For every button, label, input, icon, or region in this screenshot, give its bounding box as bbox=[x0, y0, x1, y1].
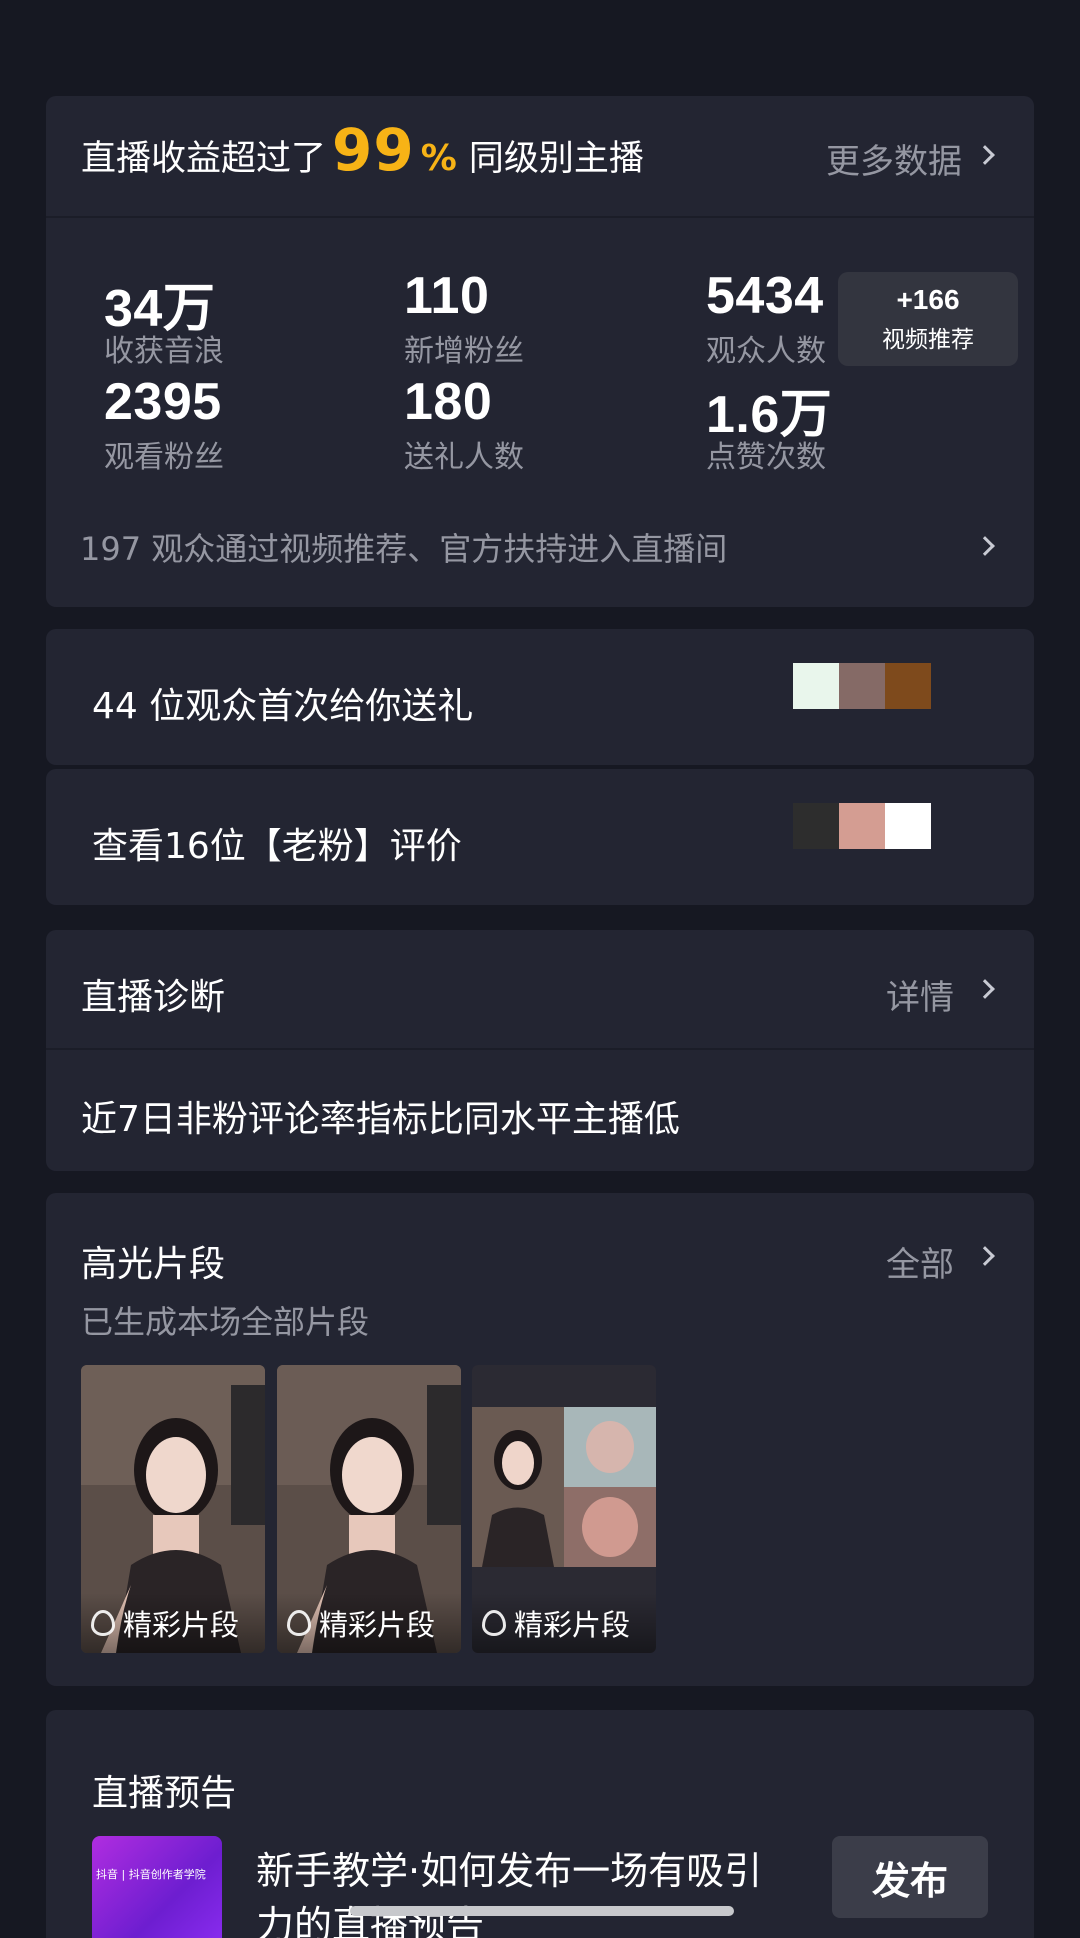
highlight-clip[interactable]: 精彩片段 bbox=[277, 1365, 461, 1653]
old-fans-review-row[interactable]: 查看16位【老粉】评价 bbox=[46, 769, 1034, 905]
flame-icon bbox=[91, 1610, 115, 1636]
divider bbox=[46, 1048, 1034, 1050]
first-gift-row[interactable]: 44 位观众首次给你送礼 bbox=[46, 629, 1034, 765]
chevron-right-icon[interactable] bbox=[970, 531, 1000, 561]
revenue-rank-percent-sign: % bbox=[420, 138, 457, 179]
clip-label-text: 精彩片段 bbox=[319, 1608, 436, 1642]
clip-label-text: 精彩片段 bbox=[514, 1608, 631, 1642]
diagnosis-message: 近7日非粉评论率指标比同水平主播低 bbox=[81, 1099, 680, 1140]
stat-label-viewers: 观众人数 bbox=[706, 334, 826, 369]
chevron-right-icon[interactable] bbox=[970, 1241, 1000, 1271]
chevron-right-icon[interactable] bbox=[970, 140, 1000, 170]
revenue-rank-prefix: 直播收益超过了 bbox=[81, 139, 327, 179]
stat-label-sound-waves: 收获音浪 bbox=[104, 334, 224, 369]
clip-label: 精彩片段 bbox=[277, 1593, 461, 1653]
fan-avatar bbox=[793, 803, 839, 849]
stat-label-gifters: 送礼人数 bbox=[404, 440, 524, 475]
highlight-clip[interactable]: 精彩片段 bbox=[472, 1365, 656, 1653]
video-recommend-label: 视频推荐 bbox=[882, 327, 974, 353]
fan-avatar bbox=[839, 803, 885, 849]
more-data-link[interactable]: 更多数据 bbox=[826, 134, 962, 183]
stat-label-new-fans: 新增粉丝 bbox=[404, 334, 524, 369]
stat-label-watching-fans: 观看粉丝 bbox=[104, 440, 224, 475]
clip-label-text: 精彩片段 bbox=[123, 1608, 240, 1642]
video-recommend-count: +166 bbox=[896, 284, 960, 315]
highlight-clip[interactable]: 精彩片段 bbox=[81, 1365, 265, 1653]
old-fans-review-text: 查看16位【老粉】评价 bbox=[92, 826, 462, 867]
diagnosis-title: 直播诊断 bbox=[81, 977, 226, 1018]
home-indicator[interactable] bbox=[350, 1906, 734, 1916]
stat-value-viewers: 5434 bbox=[706, 267, 824, 325]
diagnosis-detail-link[interactable]: 详情 bbox=[886, 970, 954, 1019]
first-gift-text: 44 位观众首次给你送礼 bbox=[92, 686, 474, 727]
entry-source-note[interactable]: 197 观众通过视频推荐、官方扶持进入直播间 bbox=[80, 524, 727, 570]
preview-thumbnail[interactable]: 抖音 | 抖音创作者学院 bbox=[92, 1836, 222, 1938]
preview-description[interactable]: 新手教学·如何发布一场有吸引力的直播预告 bbox=[256, 1844, 776, 1938]
gifter-avatar bbox=[839, 663, 885, 709]
stat-value-watching-fans: 2395 bbox=[104, 373, 222, 431]
gifter-avatar bbox=[793, 663, 839, 709]
revenue-rank-percent: 99 bbox=[332, 116, 415, 184]
divider bbox=[46, 216, 1034, 218]
flame-icon bbox=[482, 1610, 506, 1636]
revenue-rank-title: 直播收益超过了 99 % 同级别主播 bbox=[81, 116, 644, 196]
video-recommend-badge: +166 视频推荐 bbox=[838, 272, 1018, 366]
highlights-all-link[interactable]: 全部 bbox=[886, 1237, 954, 1286]
fan-avatar bbox=[885, 803, 931, 849]
stat-value-gifters: 180 bbox=[404, 373, 493, 431]
preview-thumbnail-caption: 抖音 | 抖音创作者学院 bbox=[96, 1868, 206, 1881]
preview-title: 直播预告 bbox=[92, 1773, 237, 1814]
highlights-subtitle: 已生成本场全部片段 bbox=[81, 1303, 370, 1341]
stat-label-likes: 点赞次数 bbox=[706, 440, 826, 475]
revenue-rank-suffix: 同级别主播 bbox=[468, 139, 644, 179]
live-diagnosis-card: 直播诊断 详情 近7日非粉评论率指标比同水平主播低 bbox=[46, 930, 1034, 1171]
clip-label: 精彩片段 bbox=[81, 1593, 265, 1653]
stat-value-new-fans: 110 bbox=[404, 267, 490, 325]
live-preview-card: 直播预告 抖音 | 抖音创作者学院 新手教学·如何发布一场有吸引力的直播预告 发… bbox=[46, 1710, 1034, 1938]
highlights-title: 高光片段 bbox=[81, 1244, 226, 1285]
publish-button[interactable]: 发布 bbox=[832, 1836, 988, 1918]
chevron-right-icon[interactable] bbox=[970, 974, 1000, 1004]
live-summary-card: 直播收益超过了 99 % 同级别主播 更多数据 34万 收获音浪 110 新增粉… bbox=[46, 96, 1034, 607]
flame-icon bbox=[287, 1610, 311, 1636]
live-summary-page: 直播收益超过了 99 % 同级别主播 更多数据 34万 收获音浪 110 新增粉… bbox=[0, 0, 1080, 1938]
gifter-avatar bbox=[885, 663, 931, 709]
clip-label: 精彩片段 bbox=[472, 1593, 656, 1653]
highlights-card: 高光片段 全部 已生成本场全部片段 精彩片段 精彩片段 精彩片段 bbox=[46, 1193, 1034, 1686]
